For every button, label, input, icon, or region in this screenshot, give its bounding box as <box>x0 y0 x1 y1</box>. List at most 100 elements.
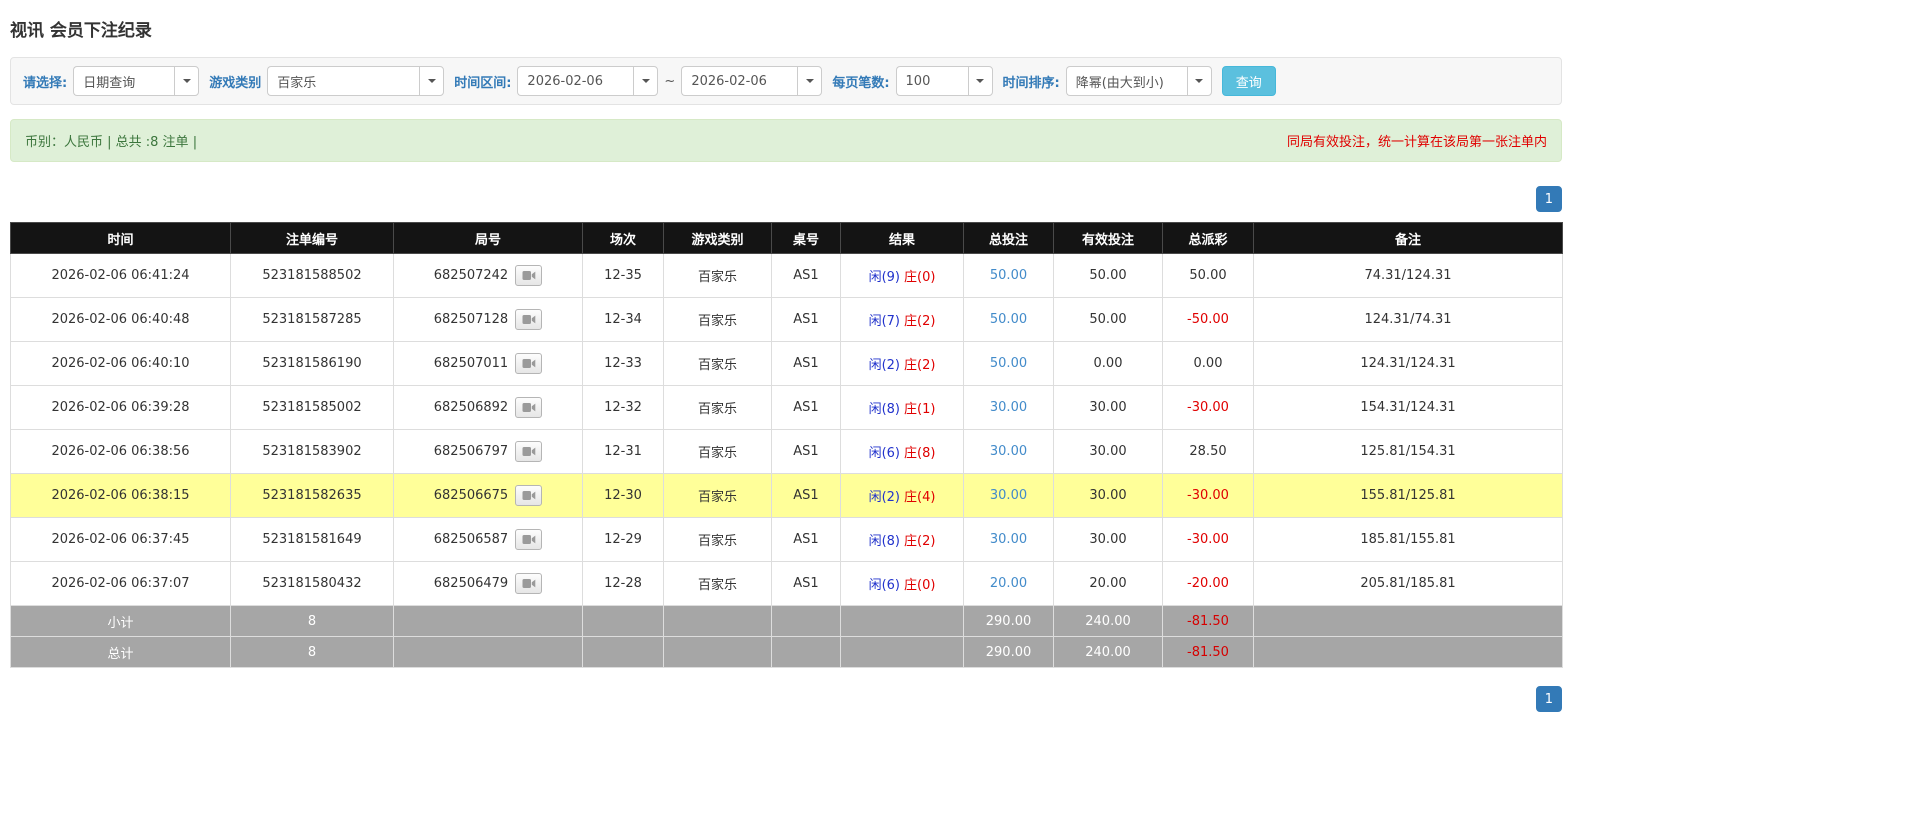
table-row: 2026-02-06 06:40:48 523181587285 6825071… <box>10 297 1563 342</box>
total-bet-link[interactable]: 30.00 <box>990 532 1027 547</box>
time-cell: 2026-02-06 06:39:28 <box>10 385 231 430</box>
caret-down-icon[interactable] <box>1186 66 1212 96</box>
round-id-text: 682507242 <box>433 268 509 283</box>
video-replay-button[interactable] <box>515 441 543 462</box>
total-bet-cell: 30.00 <box>963 473 1054 518</box>
table-number-cell: AS1 <box>771 561 841 606</box>
footer-empty-cell <box>393 636 583 668</box>
caret-down-icon[interactable] <box>419 66 445 96</box>
page-1-button[interactable]: 1 <box>1535 186 1562 212</box>
footer-empty-cell <box>582 636 664 668</box>
summary-bar: 币别：人民币 | 总共 :8 注单 | 同局有效投注，统一计算在该局第一张注单内 <box>10 119 1562 162</box>
round-id-cell: 682506479 <box>393 561 583 606</box>
player-result: 闲(8) <box>868 534 900 549</box>
bet-records-table: 时间 注单编号 局号 场次 游戏类别 桌号 结果 总投注 有效投注 总派彩 备注 2026-02-0… <box>10 222 1563 668</box>
round-id-text: 682506892 <box>433 400 509 415</box>
table-row: 2026-02-06 06:37:07 523181580432 6825064… <box>10 561 1563 606</box>
date-start-select[interactable]: 2026-02-06 <box>517 66 659 96</box>
search-button[interactable]: 查询 <box>1221 66 1276 96</box>
valid-bet-cell: 30.00 <box>1053 385 1163 430</box>
caret-down-icon[interactable] <box>797 66 823 96</box>
video-replay-button[interactable] <box>515 485 543 506</box>
date-end-select[interactable]: 2026-02-06 <box>681 66 823 96</box>
session-cell: 12-31 <box>582 429 664 474</box>
order-id-cell: 523181580432 <box>230 561 394 606</box>
result-cell: 闲(8) 庄(2) <box>840 517 964 562</box>
video-replay-button[interactable] <box>515 265 543 286</box>
total-bet-link[interactable]: 50.00 <box>990 268 1027 283</box>
column-header-0: 时间 <box>10 222 231 254</box>
subtotal-total-bet: 290.00 <box>963 605 1054 637</box>
total-bet-cell: 50.00 <box>963 341 1054 386</box>
total-bet-link[interactable]: 50.00 <box>990 356 1027 371</box>
column-header-6: 结果 <box>840 222 964 254</box>
column-header-4: 游戏类别 <box>663 222 772 254</box>
subtotal-valid-bet: 240.00 <box>1053 605 1163 637</box>
video-camera-icon <box>522 579 536 588</box>
player-result: 闲(6) <box>868 446 900 461</box>
column-header-8: 有效投注 <box>1053 222 1163 254</box>
date-end-value: 2026-02-06 <box>681 66 798 96</box>
total-bet-cell: 30.00 <box>963 429 1054 474</box>
time-cell: 2026-02-06 06:38:56 <box>10 429 231 474</box>
session-cell: 12-32 <box>582 385 664 430</box>
total-bet-link[interactable]: 50.00 <box>990 312 1027 327</box>
footer-empty-cell <box>582 605 664 637</box>
video-replay-button[interactable] <box>515 529 543 550</box>
banker-result: 庄(4) <box>904 490 936 505</box>
player-result: 闲(2) <box>868 490 900 505</box>
date-range-label: 时间区间: <box>454 75 512 91</box>
page-size-select[interactable]: 100 <box>895 66 993 96</box>
payout-cell: 0.00 <box>1162 341 1254 386</box>
query-type-value: 日期查询 <box>73 66 175 96</box>
video-replay-button[interactable] <box>515 309 543 330</box>
round-id-text: 682507128 <box>433 312 509 327</box>
remark-cell: 185.81/155.81 <box>1253 517 1563 562</box>
table-body: 2026-02-06 06:41:24 523181588502 6825072… <box>10 253 1563 606</box>
game-type-select[interactable]: 百家乐 <box>267 66 445 96</box>
payout-cell: -30.00 <box>1162 385 1254 430</box>
caret-down-icon[interactable] <box>967 66 993 96</box>
total-label: 总计 <box>10 636 231 668</box>
round-id-cell: 682506587 <box>393 517 583 562</box>
payout-cell: -20.00 <box>1162 561 1254 606</box>
video-replay-button[interactable] <box>515 397 543 418</box>
total-bet-link[interactable]: 30.00 <box>990 400 1027 415</box>
remark-cell: 205.81/185.81 <box>1253 561 1563 606</box>
time-cell: 2026-02-06 06:41:24 <box>10 253 231 298</box>
pagination-top: 1 <box>10 186 1562 212</box>
sort-order-select[interactable]: 降幂(由大到小) <box>1065 66 1212 96</box>
total-bet-link[interactable]: 30.00 <box>990 444 1027 459</box>
round-id-cell: 682506797 <box>393 429 583 474</box>
footer-empty-cell <box>663 636 772 668</box>
session-cell: 12-28 <box>582 561 664 606</box>
video-camera-icon <box>522 535 536 544</box>
round-id-cell: 682506892 <box>393 385 583 430</box>
caret-down-icon[interactable] <box>174 66 200 96</box>
total-bet-link[interactable]: 20.00 <box>990 576 1027 591</box>
banker-result: 庄(8) <box>904 446 936 461</box>
remark-cell: 124.31/124.31 <box>1253 341 1563 386</box>
time-cell: 2026-02-06 06:40:48 <box>10 297 231 342</box>
total-bet-cell: 50.00 <box>963 297 1054 342</box>
column-header-1: 注单编号 <box>230 222 394 254</box>
total-bet-link[interactable]: 30.00 <box>990 488 1027 503</box>
session-cell: 12-34 <box>582 297 664 342</box>
valid-bet-cell: 20.00 <box>1053 561 1163 606</box>
subtotal-payout: -81.50 <box>1162 605 1254 637</box>
remark-cell: 155.81/125.81 <box>1253 473 1563 518</box>
page-1-button[interactable]: 1 <box>1535 686 1562 712</box>
order-id-cell: 523181581649 <box>230 517 394 562</box>
video-replay-button[interactable] <box>515 353 543 374</box>
page-size-value: 100 <box>895 66 968 96</box>
query-type-select[interactable]: 日期查询 <box>73 66 200 96</box>
footer-empty-cell <box>771 636 841 668</box>
table-number-cell: AS1 <box>771 297 841 342</box>
caret-down-icon[interactable] <box>633 66 659 96</box>
video-replay-button[interactable] <box>515 573 543 594</box>
footer-empty-cell <box>840 636 964 668</box>
total-bet-cell: 20.00 <box>963 561 1054 606</box>
total-bet-cell: 30.00 <box>963 517 1054 562</box>
round-id-text: 682507011 <box>433 356 509 371</box>
table-number-cell: AS1 <box>771 473 841 518</box>
